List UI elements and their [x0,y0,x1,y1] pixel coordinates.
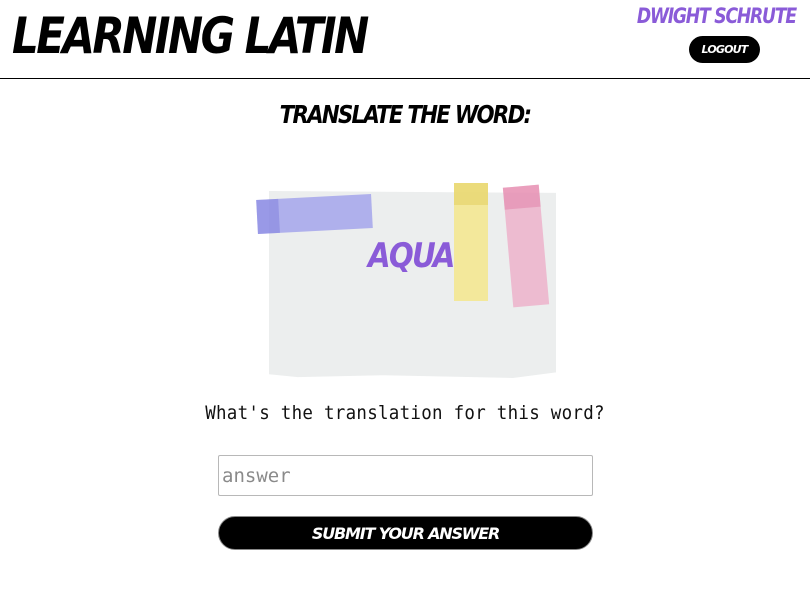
header: Learning Latin Dwight Schrute Logout [0,0,810,79]
prompt-heading: Translate the word: [279,100,532,129]
user-name: Dwight Schrute [637,4,797,28]
question-text: What's the translation for this word? [205,402,605,424]
blue-tape-decoration [256,194,373,234]
answer-input[interactable] [218,455,593,496]
logout-button[interactable]: Logout [689,36,760,63]
app-title: Learning Latin [12,7,369,65]
latin-word: AQUA [368,236,455,276]
word-card: AQUA [250,178,560,383]
yellow-tape-decoration [454,183,488,301]
submit-answer-button[interactable]: Submit your answer [218,516,593,550]
